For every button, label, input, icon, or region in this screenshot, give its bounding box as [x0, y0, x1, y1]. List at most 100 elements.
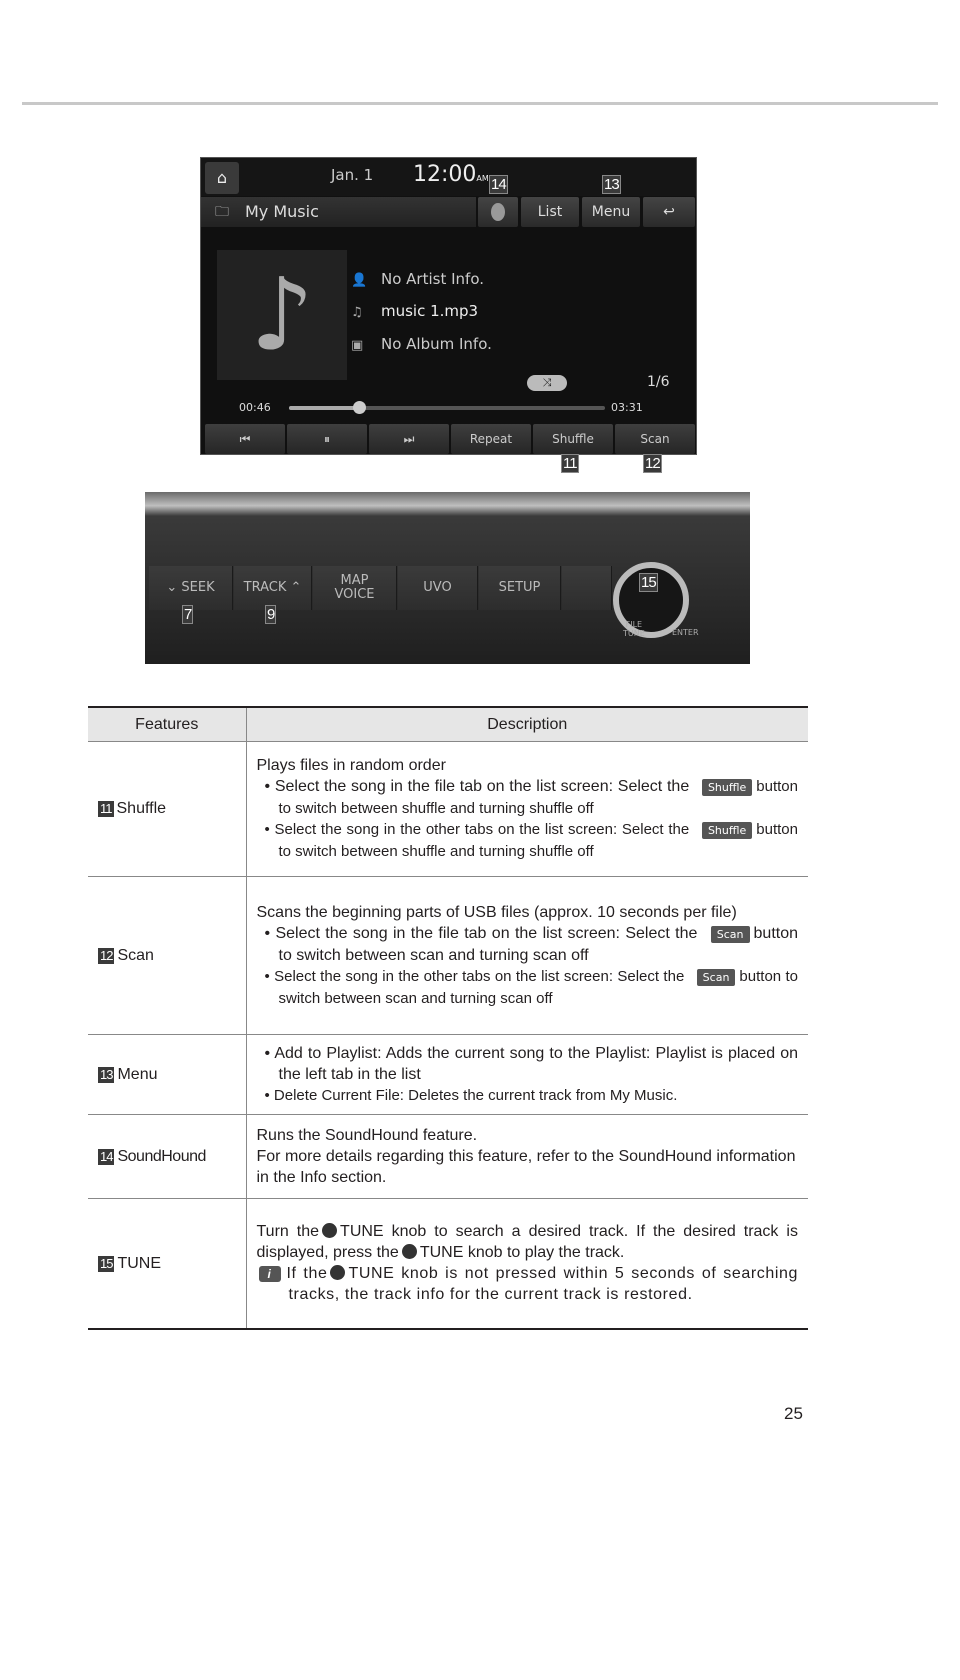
callout-11: 11	[561, 454, 579, 473]
file-tune-label: FILE TUNE	[623, 620, 645, 638]
bullet: Select the song in the file tab on the l…	[257, 776, 798, 819]
callout-14: 14	[489, 175, 508, 194]
file-label: FILE	[625, 620, 643, 629]
time: 12:00	[413, 162, 477, 187]
table-row: 15 TUNE Turn the TUNE knob to search a des…	[88, 1198, 808, 1330]
bullet-text: Select the song in the other tabs on the…	[274, 967, 685, 985]
text: Turn the	[256, 1223, 320, 1241]
scan-button-icon: Scan	[710, 925, 750, 943]
callout-number: 14	[98, 1148, 115, 1165]
progress-handle[interactable]	[352, 401, 366, 414]
knob-icon	[322, 1223, 338, 1239]
header-rule	[22, 102, 938, 105]
track-name: music 1.mp3	[381, 302, 479, 320]
description-cell: Runs the SoundHound feature. For more de…	[246, 1114, 808, 1199]
table-header: Features Description	[88, 706, 808, 742]
next-icon: ⏭	[403, 432, 415, 446]
map-voice-button[interactable]: MAP VOICE	[313, 566, 397, 610]
album-row: ▣ No Album Info.	[351, 335, 492, 353]
tune-label: TUNE	[419, 1244, 464, 1262]
pause-button[interactable]: ⏸	[287, 424, 367, 454]
feature-cell: 13 Menu	[88, 1034, 247, 1115]
repeat-button[interactable]: Repeat	[451, 424, 531, 454]
table-row: 11Shuffle Plays files in random order Se…	[88, 741, 808, 877]
setup-button[interactable]: SETUP	[479, 566, 561, 610]
back-button[interactable]: ↩	[643, 197, 695, 227]
scan-button[interactable]: Scan	[615, 424, 695, 454]
track-count: 1/6	[647, 374, 670, 390]
feature-cell: 11 Shuffle	[88, 741, 247, 877]
menu-button[interactable]: Menu	[582, 197, 640, 227]
table-row: 12 Scan Scans the beginning parts of USB …	[88, 876, 808, 1035]
artist-row: 👤 No Artist Info.	[351, 270, 484, 288]
previous-icon: ⏮	[239, 432, 251, 446]
shuffle-button-icon: Shuffle	[701, 822, 753, 839]
back-icon: ↩	[663, 204, 675, 220]
album: No Album Info.	[381, 335, 492, 353]
bullet-text: Select the song in the file tab on the l…	[275, 924, 698, 942]
artist-icon: 👤	[351, 273, 368, 288]
progress-fill	[289, 406, 359, 410]
info-note: i If the TUNE knob is not pressed within 5…	[257, 1263, 799, 1305]
progress-bar[interactable]	[289, 401, 605, 414]
feature-cell: 15 TUNE	[88, 1198, 247, 1330]
scan-button-icon: Scan	[696, 968, 736, 986]
text: If the	[286, 1265, 328, 1283]
album-icon: ▣	[351, 338, 364, 353]
text: knob to play the track.	[467, 1244, 625, 1262]
shuffle-button[interactable]: Shuffle	[533, 424, 613, 454]
callout-number: 11	[98, 801, 114, 817]
description-cell: Plays files in random order Select the s…	[246, 741, 808, 877]
title-bar: 🗀 My Music	[201, 197, 476, 227]
music-screen-image: ⌂ Jan. 1 12:00AM 🗀 My Music List Menu ↩ ♪…	[200, 157, 697, 455]
tune-label: TUNE	[340, 1223, 384, 1241]
description-text: Turn the TUNE knob to search a desired tr…	[256, 1221, 798, 1263]
table-row: 14 SoundHound Runs the SoundHound feature…	[88, 1114, 808, 1199]
header-description: Description	[246, 706, 808, 742]
track-icon: ♫	[351, 305, 363, 320]
duration: 03:31	[611, 401, 643, 414]
table-row: 13Menu Add to Playlist: Adds the current…	[88, 1034, 808, 1115]
seek-button[interactable]: ⌄ SEEK	[149, 566, 233, 610]
next-button[interactable]: ⏭	[369, 424, 449, 454]
feature-name: Scan	[117, 946, 154, 964]
track-label: TRACK	[243, 580, 287, 595]
callout-13: 13	[602, 175, 621, 194]
home-icon[interactable]: ⌂	[205, 162, 239, 194]
description-cell: Add to Playlist: Adds the current song t…	[246, 1034, 808, 1115]
callout-15: 15	[639, 573, 658, 592]
description-cell: Turn the TUNE knob to search a desired tr…	[246, 1198, 808, 1330]
soundhound-icon	[491, 203, 505, 221]
track-button[interactable]: TRACK ⌃	[234, 566, 312, 610]
callout-7: 7	[182, 605, 194, 624]
previous-button[interactable]: ⏮	[205, 424, 285, 454]
header-features: Features	[88, 706, 247, 742]
pause-icon: ⏸	[323, 432, 330, 446]
elapsed-time: 00:46	[239, 401, 271, 414]
album-art-music-note-icon: ♪	[217, 250, 347, 380]
feature-name: TUNE	[117, 1254, 162, 1272]
feature-cell: 14 SoundHound	[88, 1114, 247, 1199]
description-text: Runs the SoundHound feature.	[256, 1126, 478, 1144]
tune-label: TUNE	[623, 629, 645, 638]
info-icon: i	[258, 1266, 281, 1283]
description-text: Plays files in random order	[256, 757, 446, 774]
enter-label: ENTER	[672, 628, 699, 637]
list-button[interactable]: List	[521, 197, 579, 227]
callout-9: 9	[265, 605, 277, 624]
music-folder-icon: 🗀	[215, 204, 229, 220]
feature-name: Menu	[117, 1065, 158, 1083]
date: Jan. 1	[331, 166, 374, 184]
artist: No Artist Info.	[381, 270, 485, 288]
uvo-button[interactable]: UVO	[398, 566, 478, 610]
callout-number: 13	[98, 1066, 115, 1083]
seek-label: SEEK	[181, 580, 215, 595]
description-text: Scans the beginning parts of USB files (…	[256, 903, 737, 921]
callout-number: 12	[98, 947, 115, 964]
shuffle-status-icon: ⤨	[527, 375, 567, 391]
bullet: Select the song in the file tab on the l…	[257, 923, 798, 966]
soundhound-button[interactable]	[478, 197, 518, 227]
screen-title: My Music	[245, 202, 319, 221]
page-number: 25	[784, 1404, 803, 1423]
callout-number: 15	[98, 1255, 115, 1272]
